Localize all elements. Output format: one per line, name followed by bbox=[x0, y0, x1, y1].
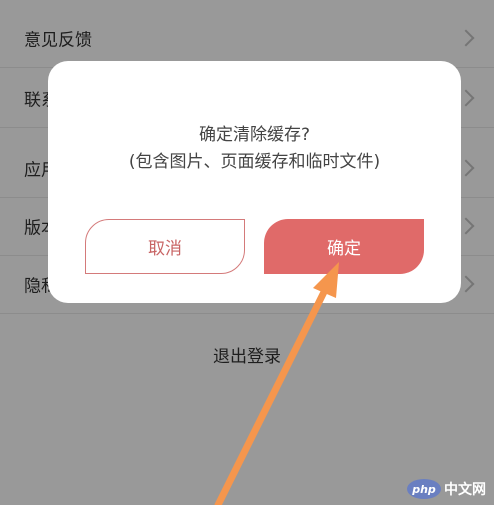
php-logo-icon: php bbox=[407, 479, 441, 499]
dialog-title: 确定清除缓存? bbox=[198, 125, 311, 145]
cancel-button[interactable]: 取消 bbox=[85, 219, 245, 274]
watermark-site-text: 中文网 bbox=[444, 482, 486, 498]
confirm-button[interactable]: 确定 bbox=[264, 219, 424, 274]
watermark: php 中文网 bbox=[407, 479, 486, 499]
dialog-subtitle: (包含图片、页面缓存和临时文件) bbox=[128, 152, 381, 172]
clear-cache-dialog: 确定清除缓存? (包含图片、页面缓存和临时文件) 取消 确定 bbox=[48, 61, 461, 303]
